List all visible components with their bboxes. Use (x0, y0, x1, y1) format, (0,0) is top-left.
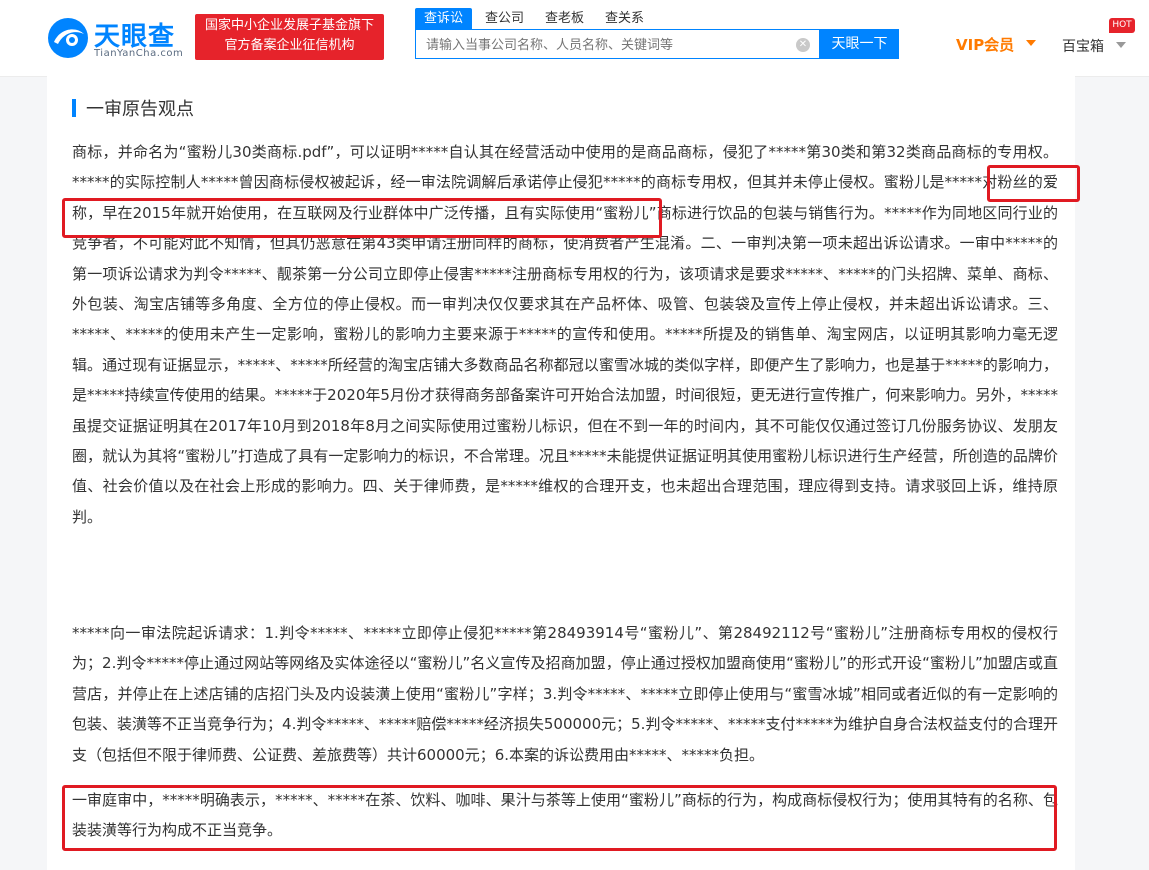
search-box: ✕ (415, 29, 820, 59)
tab-relation[interactable]: 查关系 (605, 8, 644, 30)
tab-lawsuit[interactable]: 查诉讼 (415, 8, 473, 30)
vip-member-link[interactable]: VIP会员 (956, 34, 1014, 55)
tab-company[interactable]: 查公司 (485, 8, 524, 30)
toolbox-caret-icon (1116, 42, 1126, 48)
highlight-box-2 (62, 198, 662, 238)
section-title: 一审原告观点 (86, 99, 194, 120)
claims-paragraph: *****向一审法院起诉请求：1.判令*****、*****立即停止侵犯****… (72, 624, 1058, 764)
search-button[interactable]: 天眼一下 (820, 29, 899, 59)
vip-caret-icon (1026, 40, 1036, 46)
tab-boss[interactable]: 查老板 (545, 8, 584, 30)
tianyancha-logo[interactable]: 天眼查 TianYanCha.com (46, 12, 186, 64)
logo-mark-icon (48, 18, 88, 58)
badge-line-1: 国家中小企业发展子基金旗下 (204, 18, 374, 33)
badge-line-2: 官方备案企业征信机构 (224, 38, 355, 53)
clear-icon[interactable]: ✕ (796, 38, 810, 52)
logo-text-en: TianYanCha.com (94, 48, 184, 59)
highlight-box-3 (62, 785, 1057, 851)
highlight-box-1 (987, 165, 1080, 202)
section-accent-bar (72, 99, 76, 117)
hot-badge: HOT (1109, 18, 1135, 33)
toolbox-link[interactable]: 百宝箱 (1062, 36, 1104, 56)
official-badge[interactable]: 国家中小企业发展子基金旗下 官方备案企业征信机构 (195, 14, 384, 60)
plaintiff-opinion-paragraph: 商标，并命名为“蜜粉儿30类商标.pdf”，可以证明*****自认其在经营活动中… (72, 143, 1058, 526)
search-input[interactable] (424, 34, 798, 56)
top-navigation-bar: 天眼查 TianYanCha.com 国家中小企业发展子基金旗下 官方备案企业征… (0, 0, 1149, 77)
